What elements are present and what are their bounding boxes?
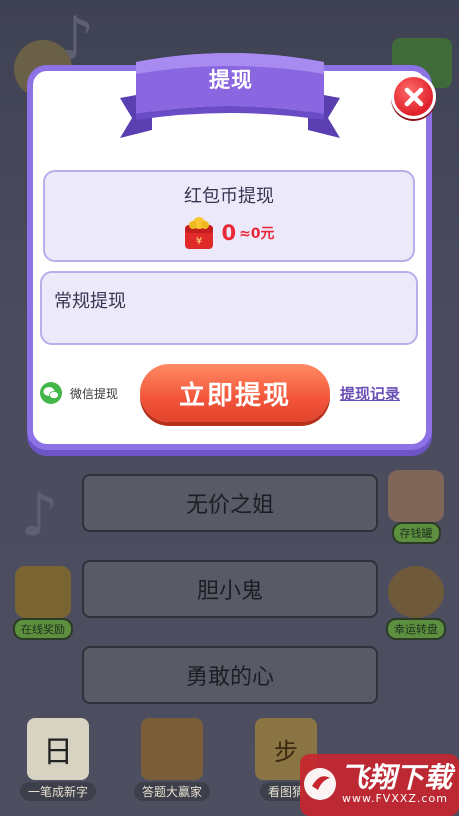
- online-reward-label: 在线奖励: [13, 618, 73, 640]
- svg-text:¥: ¥: [196, 236, 202, 247]
- character-card-icon: 日: [27, 718, 89, 780]
- bottom-tab-label: 答题大赢家: [133, 782, 210, 801]
- regular-withdraw-title: 常规提现: [54, 291, 126, 312]
- bottom-tab-stroke-game[interactable]: 日 一笔成新字: [8, 718, 108, 801]
- piggy-bank-label: 存钱罐: [391, 522, 441, 544]
- gift-box-icon: [15, 566, 71, 618]
- wheel-icon: [388, 566, 444, 618]
- red-packet-title: 红包币提现: [184, 186, 274, 207]
- piggy-bank-icon: [388, 470, 444, 522]
- red-packet-rmb-value: ≈0元: [239, 226, 275, 242]
- online-reward-button[interactable]: 在线奖励: [10, 566, 76, 640]
- title-ribbon: [120, 53, 340, 138]
- answer-option[interactable]: 无价之姐: [82, 474, 378, 532]
- close-button[interactable]: [391, 74, 436, 119]
- red-packet-amount-row: ¥ 0 ≈0元: [45, 216, 413, 250]
- book-icon: [141, 718, 203, 780]
- music-note-decoration: ♪: [20, 480, 59, 550]
- withdraw-records-link[interactable]: 提现记录: [340, 383, 400, 404]
- red-packet-icon: ¥: [185, 217, 214, 249]
- regular-withdraw-card[interactable]: 常规提现: [40, 271, 418, 345]
- wechat-icon: [40, 382, 62, 404]
- red-packet-amount: 0: [221, 221, 237, 245]
- watermark-text: 飞翔下载: [340, 761, 453, 794]
- wechat-withdraw-option[interactable]: 微信提现: [40, 382, 118, 404]
- bottom-tab-label: 一笔成新字: [19, 782, 96, 801]
- piggy-bank-button[interactable]: 存钱罐: [383, 470, 449, 544]
- bottom-tab-quiz[interactable]: 答题大赢家: [122, 718, 222, 801]
- withdraw-now-button[interactable]: 立即提现: [140, 364, 330, 422]
- lucky-wheel-label: 幸运转盘: [386, 618, 446, 640]
- close-icon: [404, 87, 423, 106]
- wechat-withdraw-label: 微信提现: [70, 386, 119, 401]
- watermark-url: www.FVXXZ.com: [342, 792, 448, 805]
- dialog-title: 提现: [209, 68, 253, 92]
- answer-option[interactable]: 勇敢的心: [82, 646, 378, 704]
- lucky-wheel-button[interactable]: 幸运转盘: [383, 566, 449, 640]
- red-packet-withdraw-card[interactable]: 红包币提现 ¥ 0 ≈0元: [43, 170, 415, 262]
- answer-option[interactable]: 胆小鬼: [82, 560, 378, 618]
